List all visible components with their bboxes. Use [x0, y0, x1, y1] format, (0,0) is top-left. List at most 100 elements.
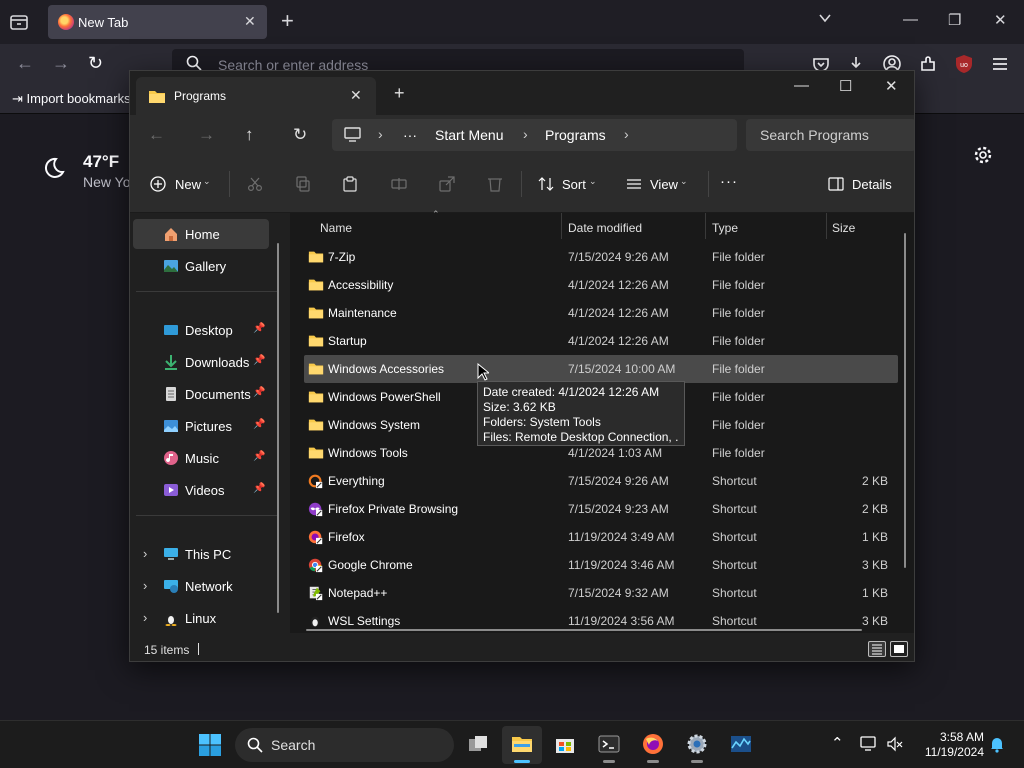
- ublock-origin-icon[interactable]: uo: [954, 54, 974, 74]
- chevron-up-icon[interactable]: ⌃: [831, 734, 849, 752]
- file-row[interactable]: 7-Zip 7/15/2024 9:26 AM File folder: [304, 243, 898, 271]
- menu-icon[interactable]: [990, 54, 1010, 74]
- up-button[interactable]: ↑: [245, 126, 254, 144]
- list-all-tabs-icon[interactable]: [8, 12, 30, 32]
- maximize-button[interactable]: ☐: [839, 77, 852, 95]
- extensions-icon[interactable]: [918, 54, 938, 74]
- sidebar-item-videos[interactable]: Videos 📌: [133, 475, 269, 505]
- file-row[interactable]: Google Chrome 11/19/2024 3:46 AM Shortcut 3…: [304, 551, 898, 579]
- search-input[interactable]: Search Programs: [746, 119, 914, 151]
- sidebar-item-documents[interactable]: Documents 📌: [133, 379, 269, 409]
- file-row[interactable]: Windows Accessories 7/15/2024 10:00 AM Fil…: [304, 355, 898, 383]
- large-icons-view-button[interactable]: [890, 641, 908, 657]
- chevron-right-icon[interactable]: ›: [143, 610, 147, 625]
- breadcrumb-start-menu[interactable]: Start Menu: [435, 127, 503, 143]
- notification-bell-icon[interactable]: [988, 735, 1006, 753]
- chevron-right-icon[interactable]: ›: [378, 126, 383, 142]
- column-header-type[interactable]: Type: [712, 221, 738, 235]
- column-header-date[interactable]: Date modified: [568, 221, 642, 235]
- column-divider[interactable]: [705, 213, 706, 239]
- file-row[interactable]: Firefox 11/19/2024 3:49 AM Shortcut 1 KB: [304, 523, 898, 551]
- refresh-button[interactable]: ↻: [293, 126, 307, 144]
- breadcrumb-programs[interactable]: Programs: [545, 127, 606, 143]
- gear-icon[interactable]: [973, 145, 993, 165]
- share-icon[interactable]: [439, 176, 455, 192]
- firefox-private-icon: [308, 502, 323, 517]
- sidebar-item-this-pc[interactable]: › This PC: [133, 539, 269, 569]
- taskbar-app-microsoft-store[interactable]: [545, 726, 585, 764]
- sidebar-item-pictures[interactable]: Pictures 📌: [133, 411, 269, 441]
- explorer-tab-programs[interactable]: Programs ✕: [136, 77, 376, 115]
- copy-icon[interactable]: [295, 176, 311, 192]
- close-icon[interactable]: ✕: [244, 13, 256, 30]
- navigation-scrollbar[interactable]: [277, 243, 279, 613]
- taskbar-clock[interactable]: 3:58 AM 11/19/2024: [916, 730, 984, 760]
- see-more-button[interactable]: ···: [720, 173, 738, 190]
- rename-icon[interactable]: [391, 176, 407, 192]
- browser-tab-strip: New Tab ✕ + — ❐ ✕: [0, 0, 1024, 44]
- windows-start-icon[interactable]: [198, 733, 222, 757]
- breadcrumb-more[interactable]: ···: [403, 127, 417, 143]
- chevron-right-icon[interactable]: ›: [624, 126, 629, 142]
- sidebar-item-home[interactable]: Home: [133, 219, 269, 249]
- file-row[interactable]: Startup 4/1/2024 12:26 AM File folder: [304, 327, 898, 355]
- minimize-button[interactable]: —: [903, 11, 918, 28]
- taskbar-search-box[interactable]: Search: [235, 728, 454, 762]
- restore-button[interactable]: ❐: [948, 11, 961, 29]
- taskbar-app-file-explorer[interactable]: [502, 726, 542, 764]
- task-view-button[interactable]: [458, 726, 498, 764]
- file-row[interactable]: Accessibility 4/1/2024 12:26 AM File folde…: [304, 271, 898, 299]
- sidebar-item-linux[interactable]: › Linux: [133, 603, 269, 633]
- sort-button[interactable]: Sort ⌄: [538, 155, 602, 213]
- import-bookmarks-button[interactable]: ⇥ Import bookmarks: [12, 91, 131, 107]
- delete-icon[interactable]: [487, 176, 503, 192]
- forward-button[interactable]: →: [198, 126, 215, 144]
- browser-tab-new-tab[interactable]: New Tab ✕: [48, 5, 267, 39]
- close-window-button[interactable]: ✕: [994, 11, 1007, 29]
- reload-button[interactable]: ↻: [88, 53, 103, 73]
- sidebar-item-music[interactable]: Music 📌: [133, 443, 269, 473]
- chevron-right-icon[interactable]: ›: [143, 578, 147, 593]
- details-button[interactable]: Details: [828, 155, 898, 213]
- new-tab-button[interactable]: +: [281, 9, 294, 33]
- volume-muted-icon[interactable]: [886, 735, 904, 753]
- chevron-down-icon[interactable]: [818, 11, 832, 29]
- details-view-button[interactable]: [868, 641, 886, 657]
- view-button[interactable]: View ⌄: [626, 155, 694, 213]
- close-window-button[interactable]: ✕: [885, 77, 898, 95]
- taskbar-app-settings[interactable]: [677, 726, 717, 764]
- file-row[interactable]: Firefox Private Browsing 7/15/2024 9:23 A…: [304, 495, 898, 523]
- sidebar-item-downloads[interactable]: Downloads 📌: [133, 347, 269, 377]
- folder-icon: [308, 419, 324, 431]
- column-header-name[interactable]: Name: [320, 221, 352, 235]
- minimize-button[interactable]: —: [794, 77, 809, 94]
- forward-button[interactable]: →: [52, 53, 70, 73]
- file-row[interactable]: Notepad++ 7/15/2024 9:32 AM Shortcut 1 KB: [304, 579, 898, 607]
- column-divider[interactable]: [561, 213, 562, 239]
- back-button[interactable]: ←: [16, 53, 34, 73]
- new-button[interactable]: New ⌄: [150, 155, 214, 213]
- file-row[interactable]: Everything 7/15/2024 9:26 AM Shortcut 2 KB: [304, 467, 898, 495]
- chevron-right-icon[interactable]: ›: [143, 546, 147, 561]
- sidebar-item-gallery[interactable]: Gallery: [133, 251, 269, 281]
- sidebar-item-desktop[interactable]: Desktop 📌: [133, 315, 269, 345]
- display-icon[interactable]: [860, 735, 878, 753]
- column-header-size[interactable]: Size: [832, 221, 855, 235]
- taskbar-app-resource-monitor[interactable]: [721, 726, 761, 764]
- new-tab-button[interactable]: +: [394, 83, 405, 103]
- taskbar-app-firefox[interactable]: [633, 726, 673, 764]
- file-row[interactable]: Maintenance 4/1/2024 12:26 AM File folder: [304, 299, 898, 327]
- breadcrumb[interactable]: › ··· Start Menu › Programs ›: [332, 119, 737, 151]
- firefox-icon: [643, 734, 663, 754]
- taskbar-app-terminal[interactable]: [589, 726, 629, 764]
- horizontal-scrollbar[interactable]: [306, 629, 862, 631]
- file-size: 2 KB: [861, 502, 888, 516]
- close-icon[interactable]: ✕: [350, 87, 362, 104]
- column-divider[interactable]: [826, 213, 827, 239]
- cut-icon[interactable]: [247, 176, 263, 192]
- chevron-right-icon[interactable]: ›: [523, 126, 528, 142]
- sidebar-item-network[interactable]: › Network: [133, 571, 269, 601]
- back-button[interactable]: ←: [148, 126, 165, 144]
- vertical-scrollbar[interactable]: [904, 233, 906, 568]
- paste-icon[interactable]: [342, 176, 358, 192]
